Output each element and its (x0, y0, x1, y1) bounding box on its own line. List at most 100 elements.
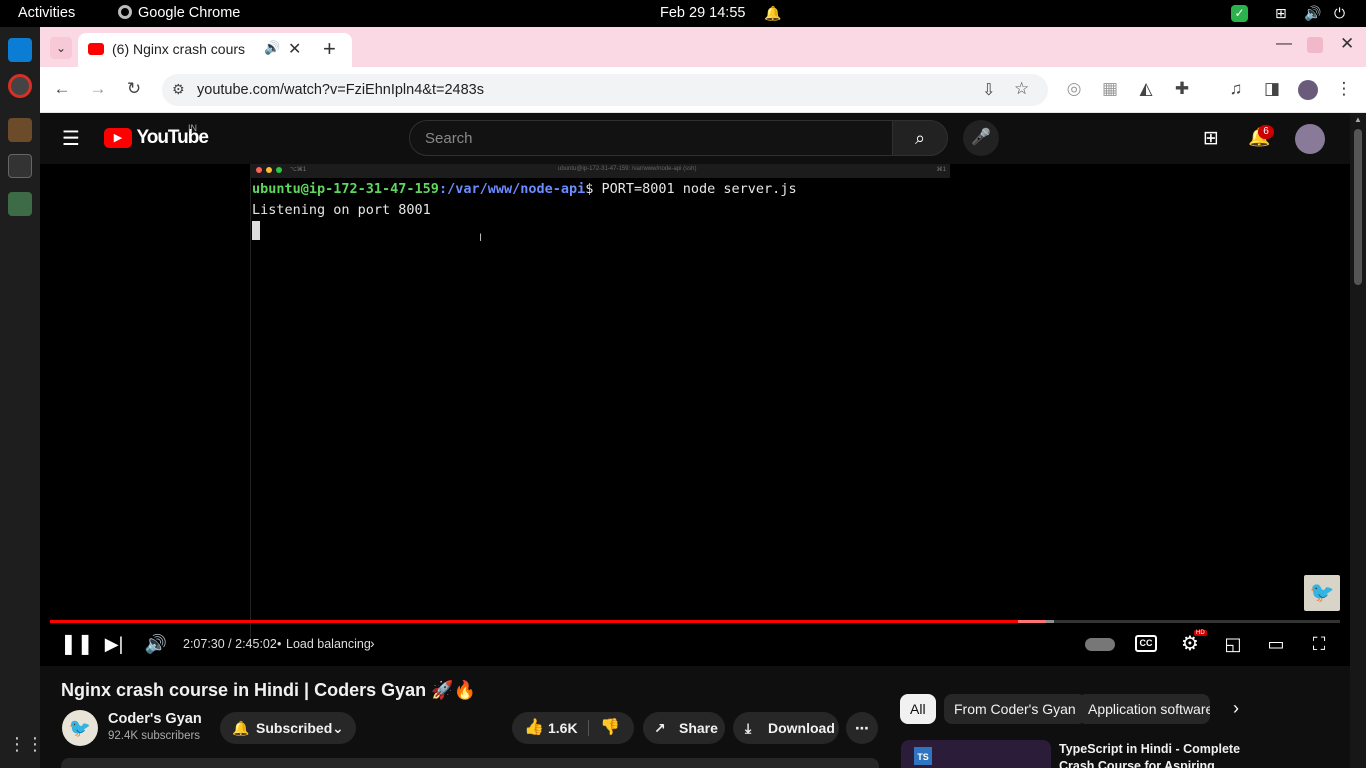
suggestion-thumbnail[interactable]: TS (901, 740, 1051, 768)
subscribed-label: Subscribed (256, 720, 333, 736)
audio-playing-icon[interactable]: 🔊 (264, 40, 280, 56)
clock[interactable]: Feb 29 14:55 (660, 0, 745, 27)
restore-icon[interactable] (1307, 37, 1323, 53)
scrollbar-thumb[interactable] (1354, 129, 1362, 285)
side-panel-icon[interactable]: ◨ (1262, 79, 1282, 99)
terminal-prompt-path: :/var/www/node-api (438, 181, 586, 197)
terminal-command: $ PORT=8001 node server.js (585, 181, 797, 197)
extension-3-icon[interactable]: ◭ (1136, 79, 1156, 99)
vscode-icon[interactable] (8, 38, 32, 62)
site-info-icon[interactable]: ⚙ (172, 81, 185, 98)
back-icon[interactable]: ← (52, 79, 72, 99)
tab-youtube[interactable]: (6) Nginx crash cours 🔊 ✕ (78, 33, 352, 67)
youtube-favicon-icon (88, 43, 104, 55)
chevron-down-icon: ⌄ (332, 720, 344, 736)
terminal-maximize-icon (276, 167, 282, 173)
share-label: Share (679, 720, 718, 736)
channel-watermark-icon[interactable]: 🐦 (1304, 575, 1340, 611)
reload-icon[interactable]: ↻ (124, 79, 144, 99)
power-icon[interactable]: ⏻ (1334, 0, 1345, 27)
terminal-prompt-user: ubuntu@ip-172-31-47-159 (252, 181, 439, 197)
share-icon: ↗ (654, 720, 666, 736)
like-icon[interactable]: 👍 (524, 712, 544, 744)
minimize-icon[interactable]: — (1276, 35, 1292, 53)
chip-all[interactable]: All (900, 694, 936, 724)
chapter-chevron-icon[interactable]: › (370, 635, 375, 651)
miniplayer-icon[interactable]: ◱ (1221, 633, 1245, 655)
tab-search-icon[interactable]: ⌄ (50, 37, 72, 59)
progress-bar[interactable] (50, 620, 1340, 623)
settings-gear-icon[interactable]: ⚙ (1178, 633, 1202, 655)
pause-icon[interactable]: ❚❚ (60, 633, 94, 655)
install-app-icon[interactable]: ⇩ (982, 80, 995, 100)
channel-avatar[interactable]: 🐦 (62, 710, 98, 746)
network-icon[interactable]: ⊞ (1275, 0, 1287, 27)
youtube-logo[interactable]: ▶ YouTube IN (104, 123, 209, 151)
bookmark-star-icon[interactable]: ☆ (1014, 79, 1029, 99)
files-icon[interactable] (8, 118, 32, 142)
more-actions-icon[interactable]: ⋯ (846, 712, 878, 744)
suggestion-title[interactable]: TypeScript in Hindi - Complete Crash Cou… (1059, 741, 1259, 768)
region-code: IN (188, 123, 197, 133)
download-label: Download (768, 720, 835, 736)
tab-bar: ⌄ (6) Nginx crash cours 🔊 ✕ + — ✕ (40, 27, 1366, 67)
search-icon[interactable]: ⌕ (892, 120, 948, 156)
buffered-segment (1018, 620, 1054, 623)
description-box[interactable] (61, 758, 879, 768)
chips-next-icon[interactable]: › (1233, 698, 1239, 719)
app-grid-icon[interactable]: ⋮⋮ (8, 732, 44, 756)
terminal-title-right: ⌘1 (936, 167, 946, 173)
autoplay-toggle[interactable] (1085, 638, 1115, 651)
subscribed-button[interactable]: 🔔 Subscribed ⌄ (220, 712, 356, 744)
chrome-menu-icon[interactable]: ⋮ (1334, 79, 1354, 99)
next-icon[interactable]: ▶| (102, 633, 126, 655)
volume-icon[interactable]: 🔊 (1304, 0, 1321, 27)
menu-icon[interactable]: ☰ (62, 126, 80, 151)
theater-mode-icon[interactable]: ▭ (1264, 633, 1288, 655)
app-menu[interactable]: Google Chrome (118, 0, 240, 27)
create-video-icon[interactable]: ⊞ (1203, 127, 1219, 150)
close-tab-icon[interactable]: ✕ (288, 39, 301, 59)
account-avatar[interactable] (1295, 124, 1325, 154)
search-input[interactable]: Search (425, 130, 473, 147)
page-scrollbar[interactable]: ▲ (1350, 113, 1366, 768)
extensions-puzzle-icon[interactable]: ✚ (1172, 79, 1192, 99)
forward-icon[interactable]: → (88, 79, 108, 99)
terminal-title-left: ⌥⌘1 (290, 167, 307, 173)
new-tab-icon[interactable]: + (323, 36, 336, 62)
like-count[interactable]: 1.6K (548, 712, 578, 744)
media-control-icon[interactable]: ♫ (1226, 79, 1246, 99)
close-window-icon[interactable]: ✕ (1340, 34, 1354, 54)
profile-avatar[interactable] (1298, 80, 1318, 100)
dislike-icon[interactable]: 👎 (600, 712, 620, 744)
omnibox[interactable]: ⚙ youtube.com/watch?v=FziEhnIpln4&t=2483… (162, 74, 1048, 106)
captions-icon[interactable]: CC (1135, 635, 1157, 652)
hd-badge: HD (1194, 630, 1207, 636)
voice-search-icon[interactable]: 🎤 (963, 120, 999, 156)
video-title: Nginx crash course in Hindi | Coders Gya… (61, 680, 476, 700)
chip-from-channel[interactable]: From Coder's Gyan (944, 694, 1086, 724)
fullscreen-icon[interactable]: ⛶ (1307, 633, 1331, 655)
bell-subscribed-icon: 🔔 (232, 720, 250, 736)
chrome-dock-icon[interactable] (8, 74, 32, 98)
search-box[interactable]: Search (409, 120, 893, 156)
url-text[interactable]: youtube.com/watch?v=FziEhnIpln4&t=2483s (197, 82, 484, 98)
activities-button[interactable]: Activities (18, 0, 75, 27)
chip-application-software[interactable]: Application software (1078, 694, 1210, 724)
share-button[interactable]: ↗ Share (643, 712, 725, 744)
video-info: Nginx crash course in Hindi | Coders Gya… (40, 666, 1350, 768)
channel-name[interactable]: Coder's Gyan (108, 711, 202, 727)
terminal-icon[interactable] (8, 154, 32, 178)
toolbar: ← → ↻ ⚙ youtube.com/watch?v=FziEhnIpln4&… (40, 67, 1366, 113)
video-player[interactable]: ⌥⌘1 ubuntu@ip-172-31-47-159: /var/www/no… (40, 164, 1350, 666)
download-button[interactable]: ⤓ Download (733, 712, 839, 744)
time-display: 2:07:30 / 2:45:02 (183, 637, 277, 651)
extension-1-icon[interactable]: ◎ (1064, 79, 1084, 99)
trash-icon[interactable] (8, 192, 32, 216)
check-shield-icon[interactable]: ✓ (1231, 5, 1248, 22)
chapter-title[interactable]: Load balancing (286, 637, 371, 651)
youtube-masthead: ☰ ▶ YouTube IN Search ⌕ 🎤 ⊞ 🔔 6 (40, 113, 1350, 164)
extension-2-icon[interactable]: ▦ (1100, 79, 1120, 99)
scroll-up-icon[interactable]: ▲ (1354, 115, 1362, 124)
volume-icon[interactable]: 🔊 (144, 633, 168, 655)
